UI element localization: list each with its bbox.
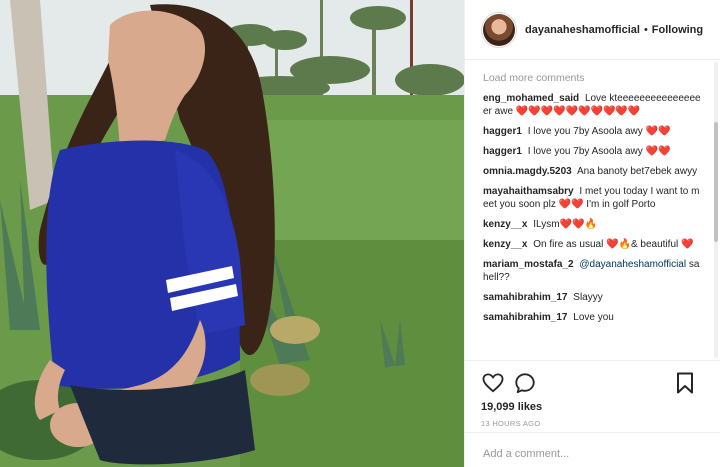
post-side-panel: dayanaheshamofficial • Following Load mo… (464, 0, 720, 467)
bookmark-icon-svg (677, 372, 693, 394)
post-author-username[interactable]: dayanaheshamofficial (525, 24, 640, 36)
scrollbar-thumb[interactable] (714, 122, 718, 242)
comment-username[interactable]: omnia.magdy.5203 (483, 166, 572, 177)
comment-text: Ana banoty bet7ebek awyy (576, 166, 698, 177)
comments-scrollbar[interactable] (714, 62, 718, 358)
post-timestamp[interactable]: 13 HOURS AGO (481, 419, 705, 428)
separator-dot: • (643, 23, 648, 36)
comment-text: ILysm❤️❤️🔥 (533, 219, 597, 230)
comment-username[interactable]: samahibrahim_17 (483, 312, 568, 323)
add-comment-input[interactable] (483, 448, 703, 460)
comment-text: I love you 7by Asoola awy ❤️❤️ (527, 126, 671, 137)
comment-item: hagger1 I love you 7by Asoola awy ❤️❤️ (483, 125, 703, 138)
avatar-image (483, 13, 515, 46)
load-more-comments-link[interactable]: Load more comments (483, 72, 703, 84)
comment-item: eng_mohamed_said Love kteeeeeeeeeeeeeeee… (483, 92, 703, 118)
comment-item: kenzy__x On fire as usual ❤️🔥& beautiful… (483, 238, 703, 251)
comment-item: omnia.magdy.5203 Ana banoty bet7ebek awy… (483, 165, 703, 178)
comments-list[interactable]: Load more comments eng_mohamed_said Love… (465, 62, 720, 360)
comment-username[interactable]: hagger1 (483, 126, 522, 137)
avatar[interactable] (481, 11, 517, 48)
comment-item: samahibrahim_17 Love you (483, 311, 703, 324)
comment-text: On fire as usual ❤️🔥& beautiful ❤️ (533, 239, 694, 250)
post-header: dayanaheshamofficial • Following (465, 0, 720, 60)
comment-item: mariam_mostafa_2 @dayanaheshamofficial s… (483, 258, 703, 284)
comment-username[interactable]: eng_mohamed_said (483, 93, 579, 104)
comment-username[interactable]: kenzy__x (483, 239, 527, 250)
likes-count[interactable]: 19,099 likes (481, 401, 705, 413)
comment-item: mayahaithamsabry I met you today I want … (483, 185, 703, 211)
heart-icon-svg (482, 373, 504, 393)
post-actions: 19,099 likes 13 HOURS AGO (465, 360, 720, 428)
comment-mention-link[interactable]: @dayanaheshamofficial (579, 259, 686, 270)
following-button[interactable]: Following (652, 24, 703, 36)
comment-item: samahibrahim_17 Slayyy (483, 291, 703, 304)
comment-username[interactable]: mariam_mostafa_2 (483, 259, 574, 270)
comment-username[interactable]: kenzy__x (483, 219, 527, 230)
bookmark-icon[interactable] (673, 371, 697, 395)
comment-text: Slayyy (573, 292, 603, 303)
comment-username[interactable]: mayahaithamsabry (483, 186, 574, 197)
comment-username[interactable]: samahibrahim_17 (483, 292, 568, 303)
comment-text: Love you (573, 312, 614, 323)
action-icons-row (481, 367, 705, 399)
comment-item: kenzy__x ILysm❤️❤️🔥 (483, 218, 703, 231)
add-comment-bar (465, 432, 720, 467)
comment-icon-svg (515, 373, 535, 394)
comment-text: I love you 7by Asoola awy ❤️❤️ (527, 146, 671, 157)
comment-item: hagger1 I love you 7by Asoola awy ❤️❤️ (483, 145, 703, 158)
photo-illustration (0, 0, 464, 467)
comment-icon[interactable] (513, 371, 537, 395)
post-photo[interactable] (0, 0, 464, 467)
comment-username[interactable]: hagger1 (483, 146, 522, 157)
heart-icon[interactable] (481, 371, 505, 395)
